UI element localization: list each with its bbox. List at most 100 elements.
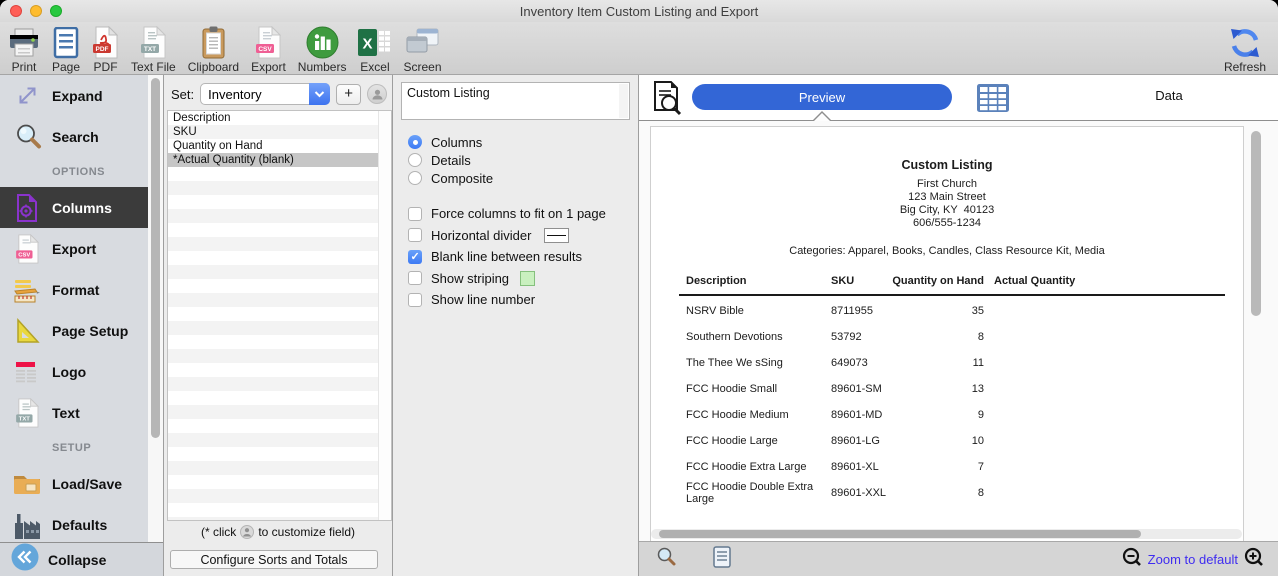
field-row[interactable]: Quantity on Hand bbox=[168, 139, 391, 153]
details-radio[interactable] bbox=[408, 153, 422, 167]
sidebar-item-label: Columns bbox=[52, 200, 112, 216]
blank-line-checkbox[interactable] bbox=[408, 250, 422, 264]
radio-row-columns: Columns bbox=[408, 133, 630, 151]
doc-org: First Church bbox=[651, 178, 1243, 191]
sidebar-item-expand[interactable]: Expand bbox=[0, 75, 163, 116]
add-set-button[interactable]: + bbox=[336, 84, 361, 105]
customize-hint-pre: (* click bbox=[201, 525, 236, 539]
numbers-button[interactable]: Numbers bbox=[298, 25, 347, 73]
page-button[interactable]: Page bbox=[52, 25, 80, 73]
tab-preview[interactable]: Preview bbox=[692, 84, 952, 110]
tab-data[interactable]: Data bbox=[1109, 88, 1229, 103]
preview-document-icon[interactable] bbox=[647, 80, 685, 121]
sidebar-item-label: Export bbox=[52, 241, 96, 257]
doc-city: Big City, KY 40123 bbox=[651, 204, 1243, 217]
sidebar-item-label: Expand bbox=[52, 88, 103, 104]
magnifier-icon[interactable] bbox=[655, 546, 677, 573]
customize-hint-post: to customize field) bbox=[258, 525, 355, 539]
set-label: Set: bbox=[171, 87, 194, 102]
text-file-label: Text File bbox=[131, 61, 176, 73]
sidebar-item-collapse[interactable]: Collapse bbox=[0, 542, 163, 576]
sidebar-item-page-setup[interactable]: Page Setup bbox=[0, 310, 163, 351]
refresh-label: Refresh bbox=[1224, 61, 1266, 73]
sidebar-item-format[interactable]: Format bbox=[0, 269, 163, 310]
close-button[interactable] bbox=[10, 5, 22, 17]
screen-windows-icon bbox=[404, 25, 440, 60]
divider-style-swatch[interactable] bbox=[544, 228, 569, 243]
clipboard-icon bbox=[200, 25, 227, 60]
sidebar-item-search[interactable]: Search bbox=[0, 116, 163, 157]
clipboard-button[interactable]: Clipboard bbox=[188, 25, 239, 73]
doc-table-row: FCC Hoodie Medium89601-MD9 bbox=[679, 402, 1225, 428]
fullscreen-button[interactable] bbox=[50, 5, 62, 17]
sidebar-item-label: Text bbox=[52, 405, 80, 421]
refresh-button[interactable]: Refresh bbox=[1224, 25, 1266, 73]
toolbar: Print Page PDF PDF TXT Text File Clipboa… bbox=[0, 22, 1278, 75]
customize-field-button[interactable] bbox=[367, 84, 387, 104]
numbers-label: Numbers bbox=[298, 61, 347, 73]
field-list: Description SKU Quantity on Hand *Actual… bbox=[167, 110, 392, 521]
person-icon bbox=[240, 525, 254, 539]
show-striping-checkbox[interactable] bbox=[408, 271, 422, 285]
horizontal-divider-checkbox[interactable] bbox=[408, 228, 422, 242]
blank-line-label: Blank line between results bbox=[431, 249, 582, 264]
field-list-scrollbar[interactable] bbox=[378, 111, 391, 520]
sidebar-item-logo[interactable]: Logo bbox=[0, 351, 163, 392]
pdf-label: PDF bbox=[94, 61, 118, 73]
svg-text:CSV: CSV bbox=[18, 252, 30, 258]
set-dropdown[interactable]: Inventory bbox=[200, 83, 330, 105]
check-row-divider: Horizontal divider bbox=[408, 225, 630, 247]
configure-sorts-totals-button[interactable]: Configure Sorts and Totals bbox=[170, 550, 378, 569]
sidebar-item-label: Search bbox=[52, 129, 99, 145]
striping-color-swatch[interactable] bbox=[520, 271, 535, 286]
options-panel: Custom Listing Columns Details Composite bbox=[393, 75, 639, 576]
listing-name-input[interactable]: Custom Listing bbox=[401, 82, 630, 120]
pdf-button[interactable]: PDF PDF bbox=[92, 25, 119, 73]
print-button[interactable]: Print bbox=[8, 25, 40, 73]
page-label: Page bbox=[52, 61, 80, 73]
sidebar-scrollbar-thumb[interactable] bbox=[151, 78, 160, 438]
zoom-to-default-link[interactable]: Zoom to default bbox=[1148, 552, 1238, 567]
doc-table: Description SKU Quantity on Hand Actual … bbox=[679, 275, 1225, 506]
force-fit-checkbox[interactable] bbox=[408, 207, 422, 221]
sidebar-item-columns[interactable]: Columns bbox=[0, 187, 163, 228]
preview-pane: Custom Listing First Church 123 Main Str… bbox=[639, 120, 1278, 541]
minimize-button[interactable] bbox=[30, 5, 42, 17]
person-icon bbox=[371, 88, 384, 101]
columns-radio-label: Columns bbox=[431, 135, 482, 150]
sidebar-item-defaults[interactable]: Defaults bbox=[0, 504, 163, 545]
export-button[interactable]: CSV Export bbox=[251, 25, 286, 73]
traffic-lights bbox=[10, 5, 62, 17]
force-fit-label: Force columns to fit on 1 page bbox=[431, 206, 606, 221]
composite-radio[interactable] bbox=[408, 171, 422, 185]
collapse-icon bbox=[11, 543, 39, 576]
expand-icon bbox=[11, 82, 43, 109]
sidebar-scrollbar bbox=[148, 75, 163, 542]
excel-button[interactable]: X Excel bbox=[358, 25, 391, 73]
field-row[interactable]: Description bbox=[168, 111, 391, 125]
txt-file-icon: TXT bbox=[140, 25, 167, 60]
sidebar-item-label: Page Setup bbox=[52, 323, 128, 339]
text-file-button[interactable]: TXT Text File bbox=[131, 25, 176, 73]
check-row-force-fit: Force columns to fit on 1 page bbox=[408, 203, 630, 225]
show-striping-label: Show striping bbox=[431, 271, 509, 286]
zoom-in-icon[interactable] bbox=[1244, 547, 1264, 572]
zoom-out-icon[interactable] bbox=[1122, 547, 1142, 572]
data-table-icon[interactable] bbox=[976, 83, 1010, 118]
sidebar-item-label: Load/Save bbox=[52, 476, 122, 492]
field-row-selected[interactable]: *Actual Quantity (blank) bbox=[168, 153, 391, 167]
preview-vertical-scrollbar[interactable] bbox=[1251, 131, 1261, 316]
show-line-number-checkbox[interactable] bbox=[408, 293, 422, 307]
doc-phone: 606/555-1234 bbox=[651, 217, 1243, 230]
report-document-icon[interactable] bbox=[713, 546, 731, 573]
sidebar-item-text[interactable]: TXT Text bbox=[0, 392, 163, 433]
sidebar-item-export[interactable]: CSV Export bbox=[0, 228, 163, 269]
sidebar-item-load-save[interactable]: Load/Save bbox=[0, 463, 163, 504]
field-row[interactable]: SKU bbox=[168, 125, 391, 139]
preview-horizontal-scrollbar-thumb[interactable] bbox=[659, 530, 1141, 538]
svg-text:PDF: PDF bbox=[96, 46, 109, 53]
columns-radio[interactable] bbox=[408, 135, 422, 149]
screen-button[interactable]: Screen bbox=[403, 25, 441, 73]
sidebar-item-label: Defaults bbox=[52, 517, 107, 533]
preview-horizontal-scrollbar[interactable] bbox=[651, 529, 1242, 539]
